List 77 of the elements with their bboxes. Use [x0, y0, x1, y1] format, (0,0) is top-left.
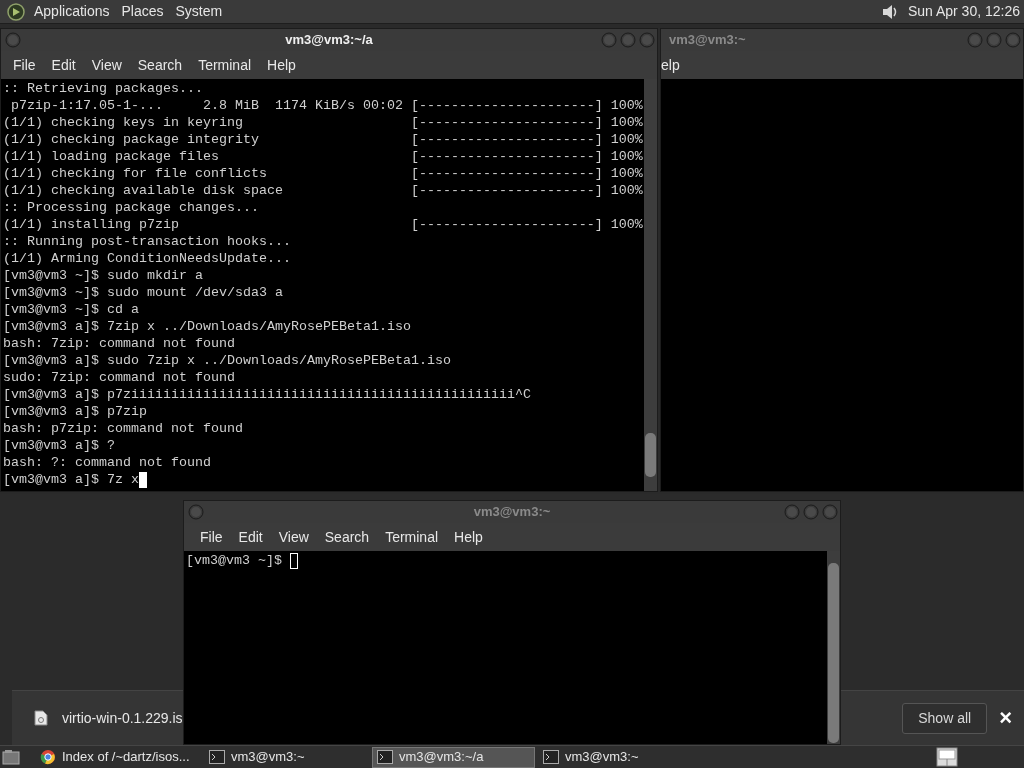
- close-button[interactable]: [822, 504, 838, 520]
- menu-item[interactable]: View: [83, 51, 130, 79]
- taskbar-label: vm3@vm3:~/a: [399, 748, 484, 767]
- terminal-icon: [209, 750, 225, 764]
- panel-menu[interactable]: Applications: [28, 1, 116, 22]
- browser-icon: [40, 749, 56, 765]
- terminal-line: (1/1) checking package integrity [----------------------] 100%: [3, 131, 643, 148]
- maximize-button[interactable]: [986, 32, 1002, 48]
- menu-item[interactable]: elp: [661, 51, 688, 79]
- terminal-line: [vm3@vm3 a]$ ?: [3, 437, 115, 454]
- taskbar-label: Index of /~dartz/isos...: [62, 748, 190, 767]
- terminal-line: [vm3@vm3 ~]$ sudo mount /dev/sda3 a: [3, 284, 283, 301]
- menu-item[interactable]: Terminal: [190, 51, 260, 79]
- maximize-button[interactable]: [803, 504, 819, 520]
- maximize-button[interactable]: [620, 32, 636, 48]
- terminal-line: bash: p7zip: command not found: [3, 420, 243, 437]
- terminal-line: (1/1) loading package files [----------------------] 100%: [3, 148, 643, 165]
- window-title: vm3@vm3:~: [669, 31, 746, 50]
- minimize-button[interactable]: [601, 32, 617, 48]
- taskbar-button[interactable]: Index of /~dartz/isos...: [36, 746, 201, 768]
- scrollbar[interactable]: [827, 551, 840, 744]
- terminal-line: [vm3@vm3 ~]$ sudo mkdir a: [3, 267, 203, 284]
- terminal-line: [vm3@vm3 a]$ p7zip: [3, 403, 147, 420]
- menu-item[interactable]: Search: [316, 523, 378, 551]
- terminal-line: [vm3@vm3 a]$ 7zip x ../Downloads/AmyRosePEBeta1.iso: [3, 318, 411, 335]
- window-menu-icon: [188, 504, 204, 520]
- terminal-line: (1/1) checking keys in keyring [----------------------] 100%: [3, 114, 643, 131]
- terminal-line: [vm3@vm3 ~]$: [186, 552, 283, 569]
- terminal-line: (1/1) Arming ConditionNeedsUpdate...: [3, 250, 291, 267]
- workspace-switcher-icon[interactable]: [936, 747, 958, 767]
- menu-item[interactable]: Edit: [230, 523, 271, 551]
- taskbar-button[interactable]: vm3@vm3:~/a: [372, 746, 535, 768]
- clock: Sun Apr 30, 12:26: [907, 2, 1021, 21]
- menu-item[interactable]: Search: [129, 51, 191, 79]
- terminal-line: [vm3@vm3 ~]$ cd a: [3, 301, 139, 318]
- menu-item[interactable]: Terminal: [377, 523, 447, 551]
- show-desktop-icon[interactable]: [2, 749, 20, 765]
- panel-menu[interactable]: Places: [115, 1, 170, 22]
- terminal-line: (1/1) checking for file conflicts [----------------------] 100%: [3, 165, 643, 182]
- terminal-icon: [543, 750, 559, 764]
- foot-logo-icon: [6, 1, 26, 22]
- download-file-name[interactable]: virtio-win-0.1.229.is: [62, 707, 183, 729]
- close-button[interactable]: ×: [999, 707, 1012, 729]
- terminal-line: [vm3@vm3 a]$ 7z x: [3, 471, 139, 488]
- terminal-line: [vm3@vm3 a]$ p7ziiiiiiiiiiiiiiiiiiiiiiiiiiiiiiiiiiiiiiiiiiiiiiii^C: [3, 386, 531, 403]
- window-title: vm3@vm3:~/a: [285, 31, 373, 50]
- minimize-button[interactable]: [784, 504, 800, 520]
- menu-item[interactable]: Help: [446, 523, 491, 551]
- menu-item[interactable]: Edit: [43, 51, 84, 79]
- terminal-line: :: Retrieving packages...: [3, 80, 203, 97]
- menu-item[interactable]: Help: [259, 51, 304, 79]
- close-button[interactable]: [1005, 32, 1021, 48]
- terminal-line: (1/1) installing p7zip [----------------------] 100%: [3, 216, 643, 233]
- scrollbar[interactable]: [644, 79, 657, 491]
- menu-item[interactable]: File: [192, 523, 231, 551]
- close-button[interactable]: [639, 32, 655, 48]
- terminal-line: p7zip-1:17.05-1-... 2.8 MiB 1174 KiB/s 00:02 [----------------------] 100%: [10, 97, 643, 114]
- terminal-line: [vm3@vm3 a]$ sudo 7zip x ../Downloads/AmyRosePEBeta1.iso: [3, 352, 451, 369]
- terminal-line: (1/1) checking available disk space [----------------------] 100%: [3, 182, 643, 199]
- taskbar-label: vm3@vm3:~: [231, 748, 305, 767]
- taskbar-label: vm3@vm3:~: [565, 748, 639, 767]
- window-title: vm3@vm3:~: [473, 503, 551, 522]
- taskbar-button[interactable]: vm3@vm3:~: [205, 746, 368, 768]
- terminal-line: sudo: 7zip: command not found: [3, 369, 235, 386]
- file-icon: [34, 710, 48, 726]
- taskbar-button[interactable]: vm3@vm3:~: [539, 746, 702, 768]
- terminal-line: bash: 7zip: command not found: [3, 335, 235, 352]
- terminal-icon: [377, 750, 393, 764]
- show-all-button[interactable]: Show all: [902, 702, 988, 734]
- terminal-line: :: Processing package changes...: [3, 199, 259, 216]
- minimize-button[interactable]: [967, 32, 983, 48]
- menu-item[interactable]: File: [5, 51, 44, 79]
- terminal-line: :: Running post-transaction hooks...: [3, 233, 291, 250]
- menu-item[interactable]: View: [270, 523, 317, 551]
- panel-menu[interactable]: System: [169, 1, 229, 22]
- terminal-line: bash: ?: command not found: [3, 454, 211, 471]
- window-menu-icon: [5, 32, 21, 48]
